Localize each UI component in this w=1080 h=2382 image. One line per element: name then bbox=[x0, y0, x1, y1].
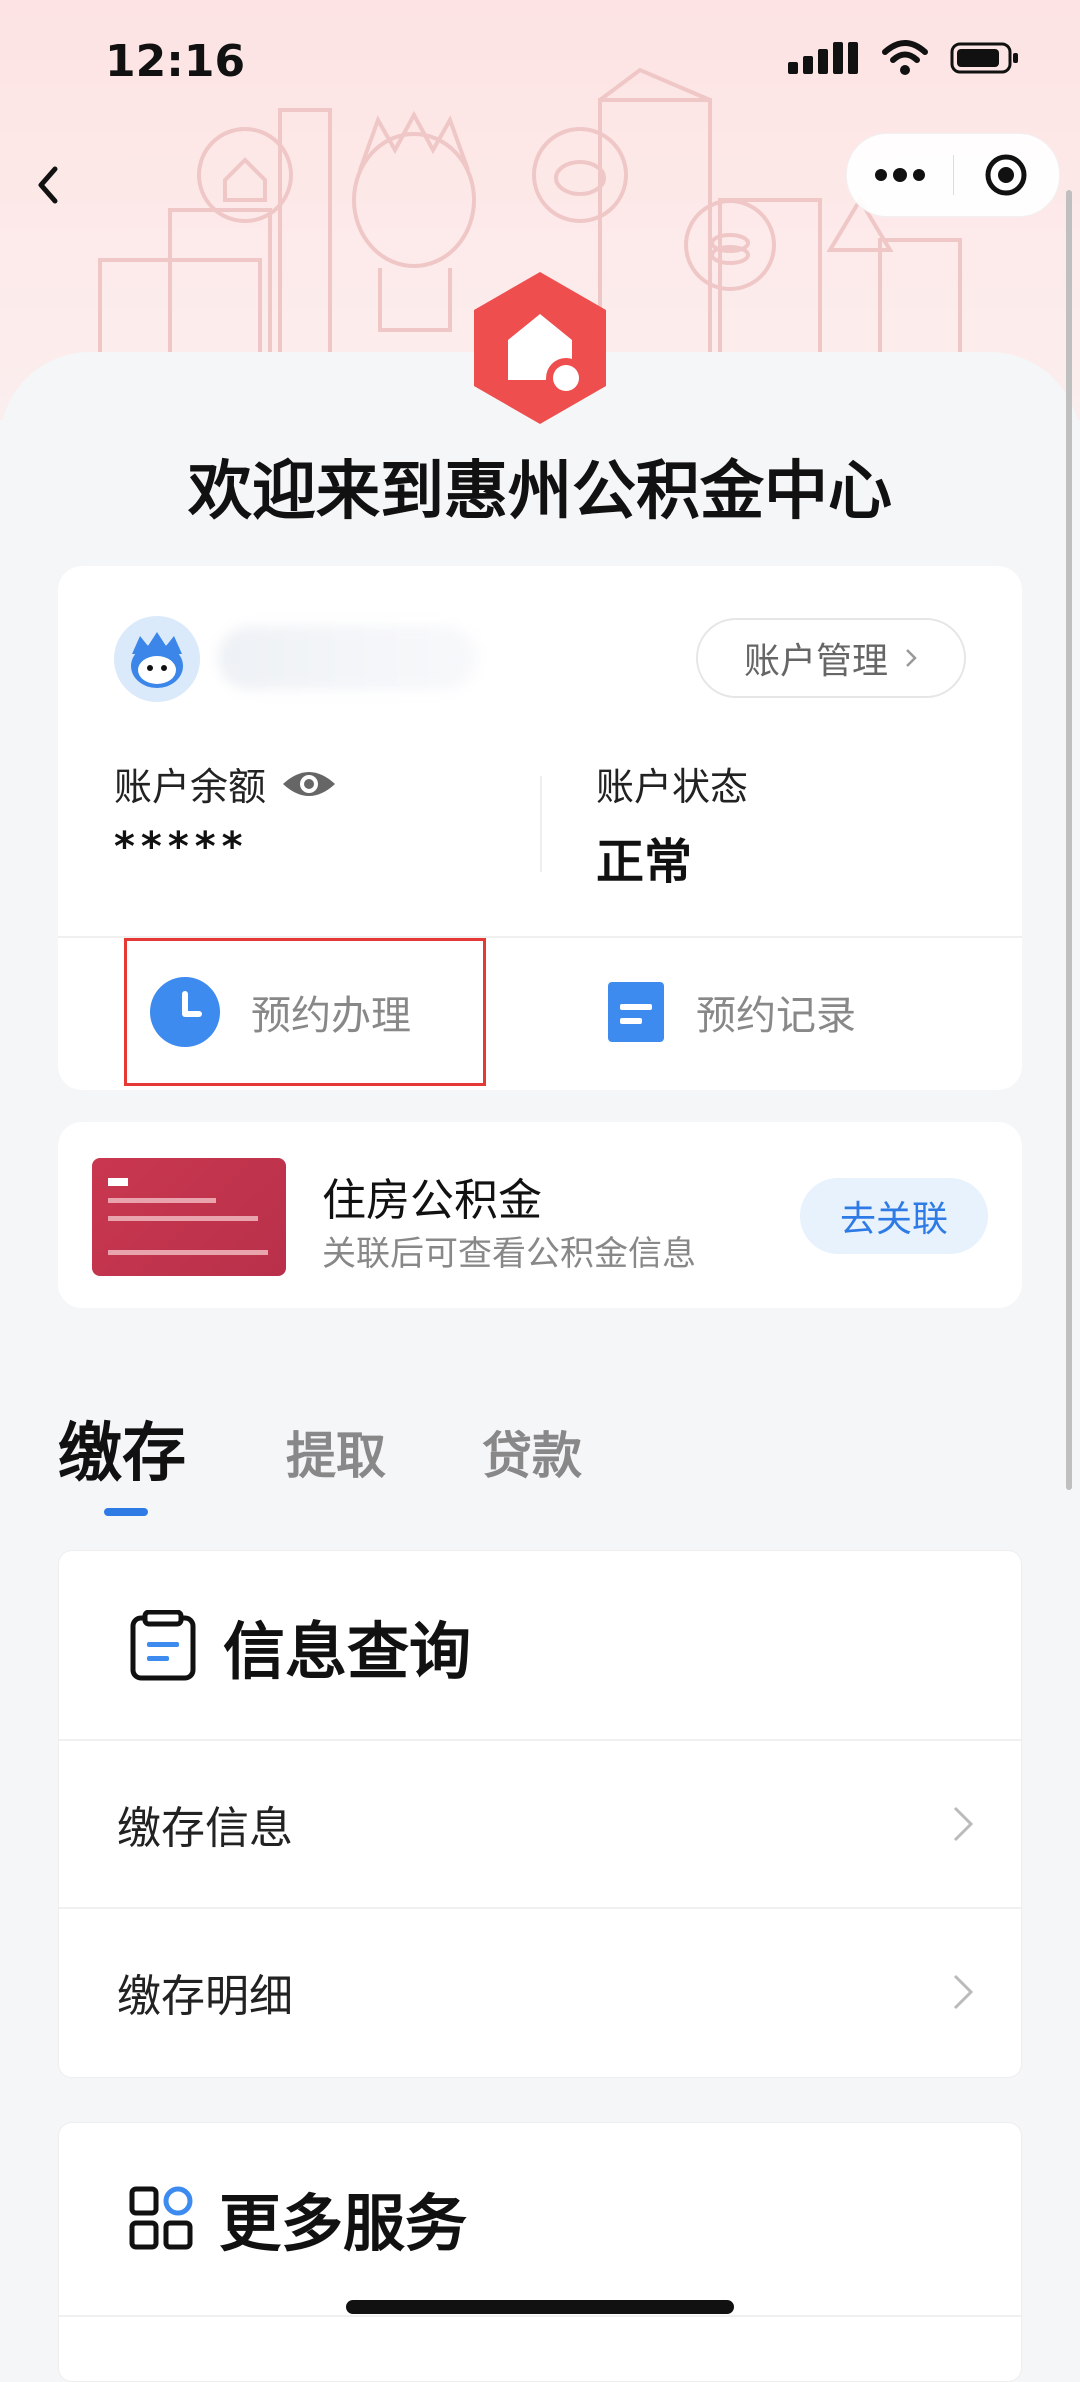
tab-withdraw[interactable]: 提取 bbox=[286, 1416, 386, 1488]
account-manage-label: 账户管理 bbox=[743, 641, 888, 682]
active-tab-indicator bbox=[104, 1508, 148, 1516]
appointment-records-button[interactable]: 预约记录 bbox=[606, 938, 856, 1086]
status-time: 12:16 bbox=[105, 36, 246, 87]
info-query-card: 信息查询 缴存信息 缴存明细 bbox=[58, 1550, 1023, 2078]
chevron-right-icon bbox=[953, 1974, 974, 2010]
info-query-title: 信息查询 bbox=[223, 1615, 472, 1688]
chevron-right-icon bbox=[906, 649, 917, 667]
tab-loan[interactable]: 贷款 bbox=[482, 1416, 582, 1488]
list-item-deposit-details[interactable]: 缴存明细 bbox=[59, 1907, 1023, 2075]
wifi-icon bbox=[882, 40, 928, 75]
stat-divider bbox=[540, 776, 542, 872]
avatar[interactable] bbox=[114, 616, 200, 702]
clock-icon bbox=[150, 977, 220, 1047]
housing-fund-card[interactable]: 住房公积金 关联后可查看公积金信息 去关联 bbox=[58, 1122, 1022, 1308]
back-arrow-icon bbox=[38, 166, 58, 204]
more-options-button[interactable] bbox=[847, 134, 953, 216]
status-label: 账户状态 bbox=[596, 765, 749, 809]
balance-label-group: 账户余额 bbox=[114, 756, 338, 811]
service-tabs: 缴存 提取 贷款 bbox=[58, 1402, 1022, 1516]
chevron-right-icon bbox=[953, 1806, 974, 1842]
appointment-button[interactable]: 预约办理 bbox=[124, 938, 486, 1086]
document-icon bbox=[608, 982, 664, 1042]
tab-deposit[interactable]: 缴存 bbox=[58, 1402, 186, 1494]
mascot-avatar-icon bbox=[114, 616, 200, 702]
grid-apps-icon bbox=[129, 2186, 193, 2250]
balance-value: ***** bbox=[114, 824, 249, 870]
appointment-records-label: 预约记录 bbox=[696, 993, 856, 1039]
card-lines-graphic bbox=[108, 1178, 268, 1255]
list-item-deposit-info[interactable]: 缴存信息 bbox=[59, 1739, 1023, 1907]
more-services-divider bbox=[59, 2315, 1023, 2317]
appointment-label: 预约办理 bbox=[251, 993, 411, 1039]
signal-icon bbox=[788, 42, 858, 74]
mini-program-capsule bbox=[846, 133, 1060, 217]
housing-fund-subtitle: 关联后可查看公积金信息 bbox=[322, 1234, 696, 1274]
bank-card-icon bbox=[92, 1158, 286, 1276]
balance-label: 账户余额 bbox=[114, 765, 267, 809]
status-value: 正常 bbox=[596, 834, 693, 890]
info-query-header: 信息查询 bbox=[129, 1601, 471, 1691]
list-item-label: 缴存明细 bbox=[117, 1971, 293, 2022]
page-title: 欢迎来到惠州公积金中心 bbox=[188, 455, 892, 529]
more-services-title: 更多服务 bbox=[219, 2187, 468, 2260]
fund-logo-icon bbox=[474, 272, 606, 424]
back-button[interactable] bbox=[18, 155, 78, 215]
home-indicator[interactable] bbox=[346, 2300, 734, 2314]
info-query-icon bbox=[130, 1610, 196, 1681]
target-close-icon bbox=[985, 154, 1027, 196]
close-mini-program-button[interactable] bbox=[954, 134, 1060, 216]
list-item-label: 缴存信息 bbox=[117, 1803, 293, 1854]
housing-fund-title: 住房公积金 bbox=[322, 1175, 542, 1226]
battery-icon bbox=[950, 42, 1018, 74]
account-name-masked bbox=[218, 626, 478, 690]
scrollbar[interactable] bbox=[1066, 190, 1072, 1490]
account-manage-button[interactable]: 账户管理 bbox=[696, 618, 966, 698]
status-icons bbox=[788, 40, 1020, 76]
link-account-button[interactable]: 去关联 bbox=[800, 1178, 988, 1254]
more-services-header: 更多服务 bbox=[129, 2173, 467, 2263]
account-card: 账户管理 账户余额 ***** 账户状态 正常 预约办理 预约记录 bbox=[58, 566, 1022, 1090]
more-dots-icon bbox=[874, 168, 925, 182]
more-services-card: 更多服务 bbox=[58, 2122, 1023, 2382]
eye-icon[interactable] bbox=[280, 766, 338, 802]
status-bar: 12:16 bbox=[0, 0, 1080, 120]
